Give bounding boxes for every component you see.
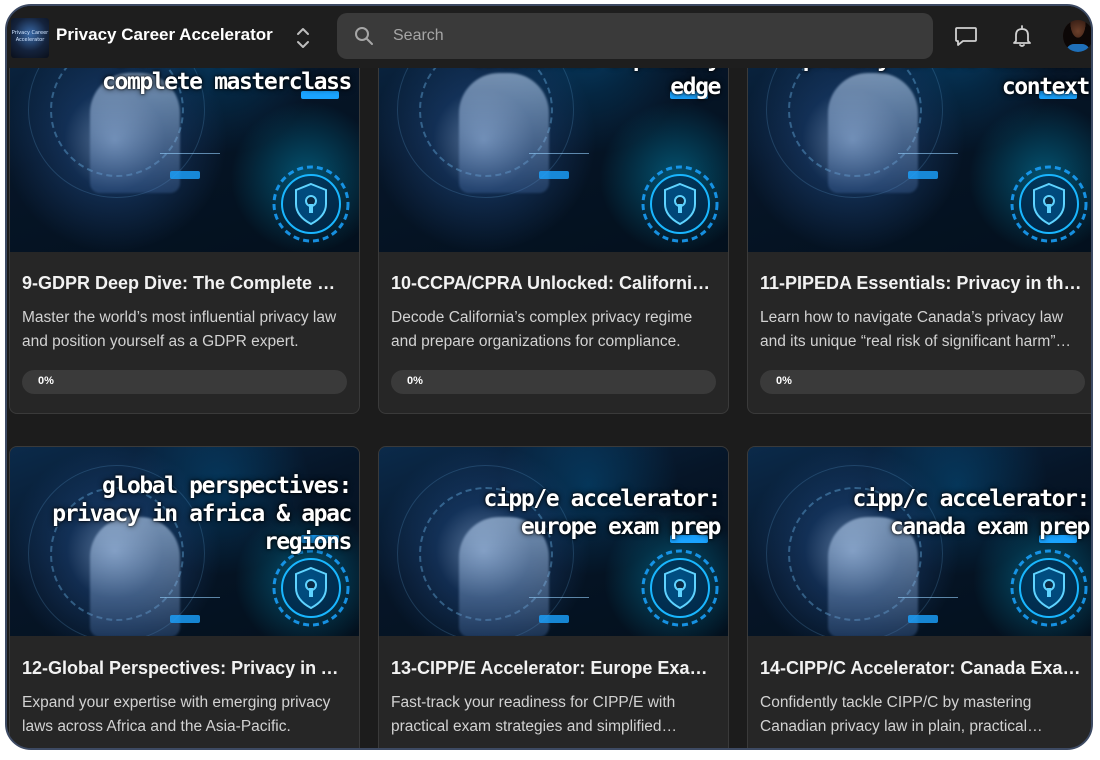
thumbnail-title-line: complete masterclass xyxy=(102,69,352,95)
thumbnail-title-line: europe exam prep xyxy=(520,514,722,540)
chat-bubble-icon[interactable] xyxy=(953,23,979,49)
shield-lock-icon xyxy=(640,164,720,244)
thumbnail-title: cipp/e accelerator: europe exam prep xyxy=(387,485,722,541)
thumbnail-title: global perspectives: privacy in africa & … xyxy=(18,472,353,556)
course-thumbnail: cipp/e accelerator: europe exam prep xyxy=(379,447,728,636)
user-avatar[interactable] xyxy=(1063,20,1091,52)
shield-lock-icon xyxy=(1009,164,1089,244)
progress-percentage: 0% xyxy=(407,375,423,387)
course-thumbnail: cipp/c accelerator: canada exam prep xyxy=(748,447,1091,636)
app-title[interactable]: Privacy Career Accelerator xyxy=(56,25,273,45)
course-progress-bar: 0% xyxy=(391,370,716,394)
course-thumbnail: global perspectives: privacy in africa & … xyxy=(10,447,359,636)
thumbnail-title-line: context xyxy=(1001,74,1091,100)
shield-lock-icon xyxy=(271,548,351,628)
bell-icon[interactable] xyxy=(1009,23,1035,49)
thumbnail-title-line: privacy in africa & apac xyxy=(52,501,352,527)
course-card[interactable]: cipp/e accelerator: europe exam prep 13-CI… xyxy=(378,446,729,748)
course-description: Confidently tackle CIPP/C by mastering C… xyxy=(760,694,1043,735)
course-title[interactable]: 12-Global Perspectives: Privacy in Afric… xyxy=(22,658,347,679)
course-description: Decode California’s complex privacy regi… xyxy=(391,309,693,350)
logo-text-line-2: Accelerator xyxy=(15,37,45,43)
thumbnail-title: cipp/c accelerator: canada exam prep xyxy=(756,485,1091,541)
search-bar[interactable] xyxy=(337,13,933,59)
progress-percentage: 0% xyxy=(776,375,792,387)
course-title[interactable]: 11-PIPEDA Essentials: Privacy in the Can… xyxy=(760,273,1085,294)
thumbnail-title-line: global perspectives: xyxy=(102,473,352,499)
course-card[interactable]: global perspectives: privacy in africa & … xyxy=(9,446,360,748)
thumbnail-decor-bar xyxy=(170,615,200,623)
thumbnail-title-line: canada exam prep xyxy=(889,514,1091,540)
thumbnail-decor-line xyxy=(529,597,589,599)
course-description: Master the world’s most influential priv… xyxy=(22,309,337,350)
shield-lock-icon xyxy=(640,548,720,628)
chevron-up-down-icon[interactable] xyxy=(292,23,314,53)
app-window: Privacy Career Accelerator Privacy Caree… xyxy=(5,4,1093,750)
thumbnail-decor-bar xyxy=(170,171,200,179)
course-description: Expand your expertise with emerging priv… xyxy=(22,694,331,735)
shield-lock-icon xyxy=(271,164,351,244)
progress-percentage: 0% xyxy=(38,375,54,387)
avatar-shirt xyxy=(1066,44,1090,52)
course-title[interactable]: 13-CIPP/E Accelerator: Europe Exam Prep xyxy=(391,658,716,679)
course-title[interactable]: 9-GDPR Deep Dive: The Complete Mastercla… xyxy=(22,273,347,294)
search-input[interactable] xyxy=(383,13,923,59)
logo-text-line-1: Privacy Career xyxy=(11,30,49,36)
search-icon xyxy=(354,26,374,46)
thumbnail-decor-bar xyxy=(908,615,938,623)
thumbnail-title-line: regions xyxy=(263,529,353,555)
course-card[interactable]: cipp/c accelerator: canada exam prep 14-CI… xyxy=(747,446,1091,748)
thumbnail-decor-bar xyxy=(539,615,569,623)
thumbnail-decor-line xyxy=(160,597,220,599)
thumbnail-decor-line xyxy=(160,153,220,155)
course-progress-bar: 0% xyxy=(22,370,347,394)
course-progress-bar: 0% xyxy=(760,370,1085,394)
thumbnail-decor-bar xyxy=(539,171,569,179)
thumbnail-title-line: cipp/e accelerator: xyxy=(483,486,722,512)
course-title[interactable]: 14-CIPP/C Accelerator: Canada Exam Prep xyxy=(760,658,1085,679)
shield-lock-icon xyxy=(1009,548,1089,628)
thumbnail-decor-line xyxy=(898,597,958,599)
thumbnail-title-line: cipp/c accelerator: xyxy=(852,486,1091,512)
thumbnail-decor-bar xyxy=(908,171,938,179)
course-title[interactable]: 10-CCPA/CPRA Unlocked: California's Priv… xyxy=(391,273,716,294)
thumbnail-decor-line xyxy=(529,153,589,155)
top-navigation-bar: Privacy Career Accelerator Privacy Caree… xyxy=(7,6,1091,68)
course-description: Learn how to navigate Canada’s privacy l… xyxy=(760,309,1071,350)
thumbnail-decor-line xyxy=(898,153,958,155)
thumbnail-title-line: edge xyxy=(670,74,721,100)
course-description: Fast-track your readiness for CIPP/E wit… xyxy=(391,694,678,735)
app-logo[interactable]: Privacy Career Accelerator xyxy=(11,18,49,58)
